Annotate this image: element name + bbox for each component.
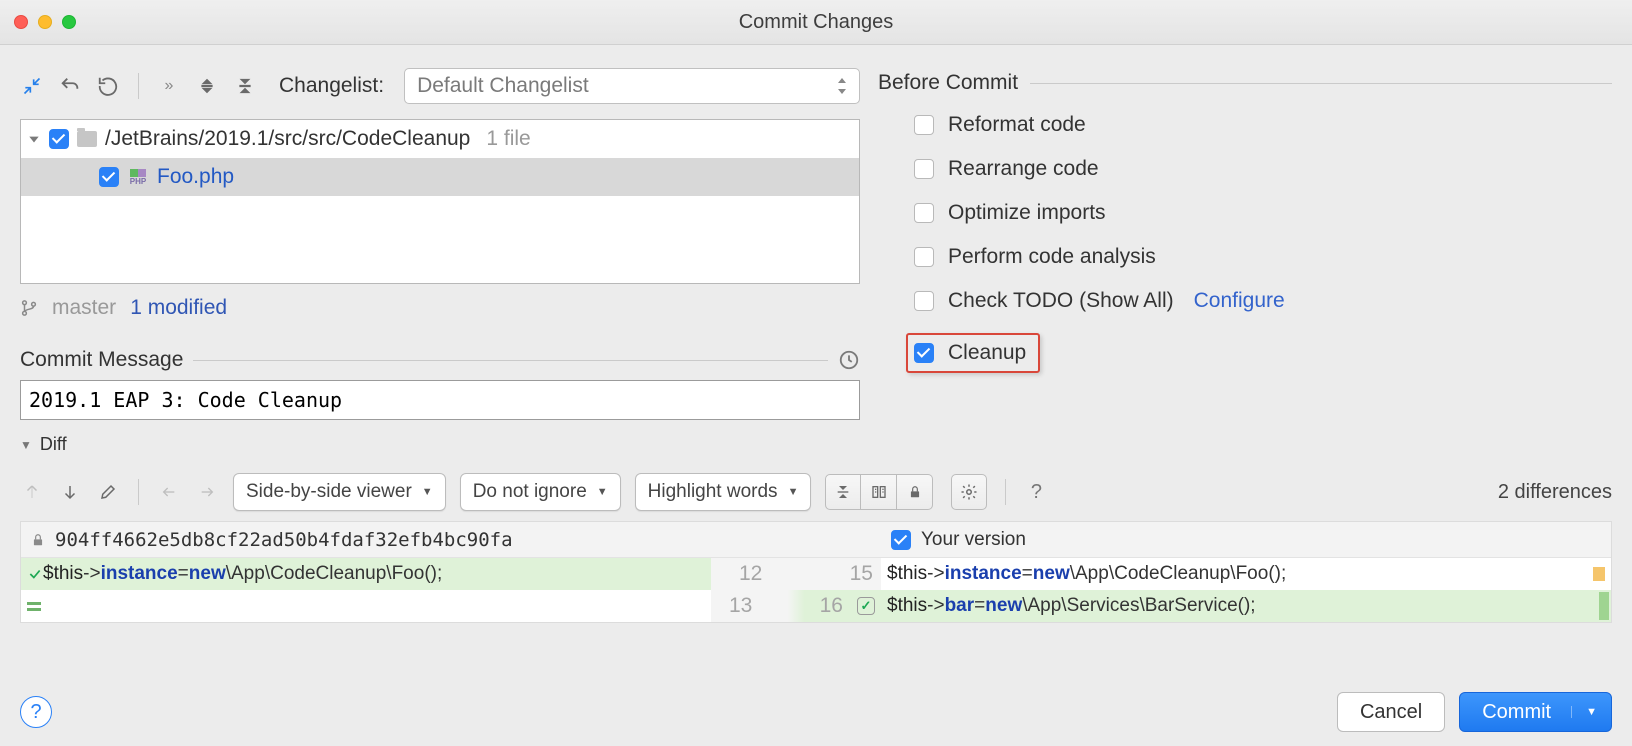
expand-all-icon[interactable]: [195, 74, 219, 98]
opt-reformat[interactable]: Reformat code: [914, 113, 1612, 137]
folder-path: /JetBrains/2019.1/src/src/CodeCleanup: [105, 127, 470, 151]
diff-viewer: 904ff4662e5db8cf22ad50b4fdaf32efb4bc90fa…: [20, 521, 1612, 623]
highlight-dropdown[interactable]: Highlight words▼: [635, 473, 812, 511]
prev-diff-icon[interactable]: [20, 480, 44, 504]
sync-scroll-icon[interactable]: [861, 474, 897, 510]
apply-chunk-icon[interactable]: [857, 597, 875, 615]
code-line[interactable]: [21, 590, 711, 622]
diff-count: 2 differences: [1498, 481, 1612, 504]
window-title: Commit Changes: [0, 11, 1632, 34]
diff-section-header[interactable]: ▼ Diff: [20, 434, 1612, 455]
before-commit-header: Before Commit: [878, 71, 1612, 95]
branch-status-row: master 1 modified: [20, 296, 860, 320]
configure-link[interactable]: Configure: [1194, 289, 1285, 313]
refresh-icon[interactable]: [20, 74, 44, 98]
disclosure-open-icon[interactable]: ▼: [20, 438, 32, 452]
folder-file-count: 1 file: [486, 127, 530, 151]
diff-view-buttons: [825, 474, 933, 510]
opt-rearrange[interactable]: Rearrange code: [914, 157, 1612, 181]
viewer-mode-dropdown[interactable]: Side-by-side viewer▼: [233, 473, 446, 511]
opt-cleanup[interactable]: Cleanup: [906, 333, 1040, 373]
commit-hash: 904ff4662e5db8cf22ad50b4fdaf32efb4bc90fa: [55, 529, 513, 551]
changes-toolbar: » Changelist: Default Changelist: [20, 65, 860, 107]
commit-message-header: Commit Message: [20, 348, 860, 372]
history-icon[interactable]: [838, 349, 860, 371]
changelist-dropdown[interactable]: Default Changelist: [404, 68, 860, 104]
opt-optimize[interactable]: Optimize imports: [914, 201, 1612, 225]
commit-message-input[interactable]: [20, 380, 860, 420]
diff-right-pane: Your version $this->instance = new \App\…: [881, 522, 1611, 622]
collapse-all-icon[interactable]: [233, 74, 257, 98]
lock-icon[interactable]: [897, 474, 933, 510]
branch-icon: [20, 298, 38, 318]
next-diff-icon[interactable]: [58, 480, 82, 504]
prev-file-icon[interactable]: [157, 480, 181, 504]
cancel-button[interactable]: Cancel: [1337, 692, 1445, 732]
code-line[interactable]: $this->bar = new \App\Services\BarServic…: [881, 590, 1611, 622]
added-marker-icon: [1599, 592, 1609, 620]
help-icon[interactable]: ?: [1024, 480, 1048, 504]
tree-folder-row[interactable]: /JetBrains/2019.1/src/src/CodeCleanup 1 …: [21, 120, 859, 158]
changes-tree[interactable]: /JetBrains/2019.1/src/src/CodeCleanup 1 …: [20, 119, 860, 284]
collapse-unchanged-icon[interactable]: [825, 474, 861, 510]
folder-icon: [77, 131, 97, 147]
code-line[interactable]: $this->instance = new \App\CodeCleanup\F…: [881, 558, 1611, 590]
branch-name: master: [52, 296, 116, 320]
diff-marker-icon: [27, 602, 41, 611]
gear-icon[interactable]: [951, 474, 987, 510]
tree-file-row[interactable]: PHP Foo.php: [21, 158, 859, 196]
file-name: Foo.php: [157, 165, 234, 189]
disclosure-open-icon[interactable]: [27, 132, 41, 146]
redo-icon[interactable]: [96, 74, 120, 98]
diff-gutter: 1215 1316: [711, 522, 881, 622]
commit-button[interactable]: Commit▼: [1459, 692, 1612, 732]
expand-icon[interactable]: »: [157, 74, 181, 98]
folder-checkbox[interactable]: [49, 129, 69, 149]
your-version-label: Your version: [921, 529, 1026, 551]
ignore-dropdown[interactable]: Do not ignore▼: [460, 473, 621, 511]
dialog-footer: ? Cancel Commit▼: [0, 692, 1632, 732]
changelist-value: Default Changelist: [417, 74, 589, 98]
modified-count[interactable]: 1 modified: [130, 296, 227, 320]
php-file-icon: PHP: [127, 166, 149, 188]
code-line[interactable]: $this->instance = new \App\CodeCleanup\F…: [21, 558, 711, 590]
dropdown-stepper-icon: [837, 78, 847, 94]
file-checkbox[interactable]: [99, 167, 119, 187]
warning-marker-icon: [1593, 567, 1605, 581]
opt-analysis[interactable]: Perform code analysis: [914, 245, 1612, 269]
opt-todo[interactable]: Check TODO (Show All)Configure: [914, 289, 1612, 313]
titlebar: Commit Changes: [0, 0, 1632, 45]
chevron-down-icon[interactable]: ▼: [1571, 706, 1597, 718]
checkmark-icon: [28, 567, 42, 581]
changelist-label: Changelist:: [279, 74, 384, 98]
your-version-checkbox[interactable]: [891, 530, 911, 550]
diff-left-pane: 904ff4662e5db8cf22ad50b4fdaf32efb4bc90fa…: [21, 522, 711, 622]
help-button[interactable]: ?: [20, 696, 52, 728]
lock-icon: [31, 532, 45, 548]
undo-icon[interactable]: [58, 74, 82, 98]
next-file-icon[interactable]: [195, 480, 219, 504]
diff-toolbar: Side-by-side viewer▼ Do not ignore▼ High…: [20, 473, 1612, 511]
edit-icon[interactable]: [96, 480, 120, 504]
